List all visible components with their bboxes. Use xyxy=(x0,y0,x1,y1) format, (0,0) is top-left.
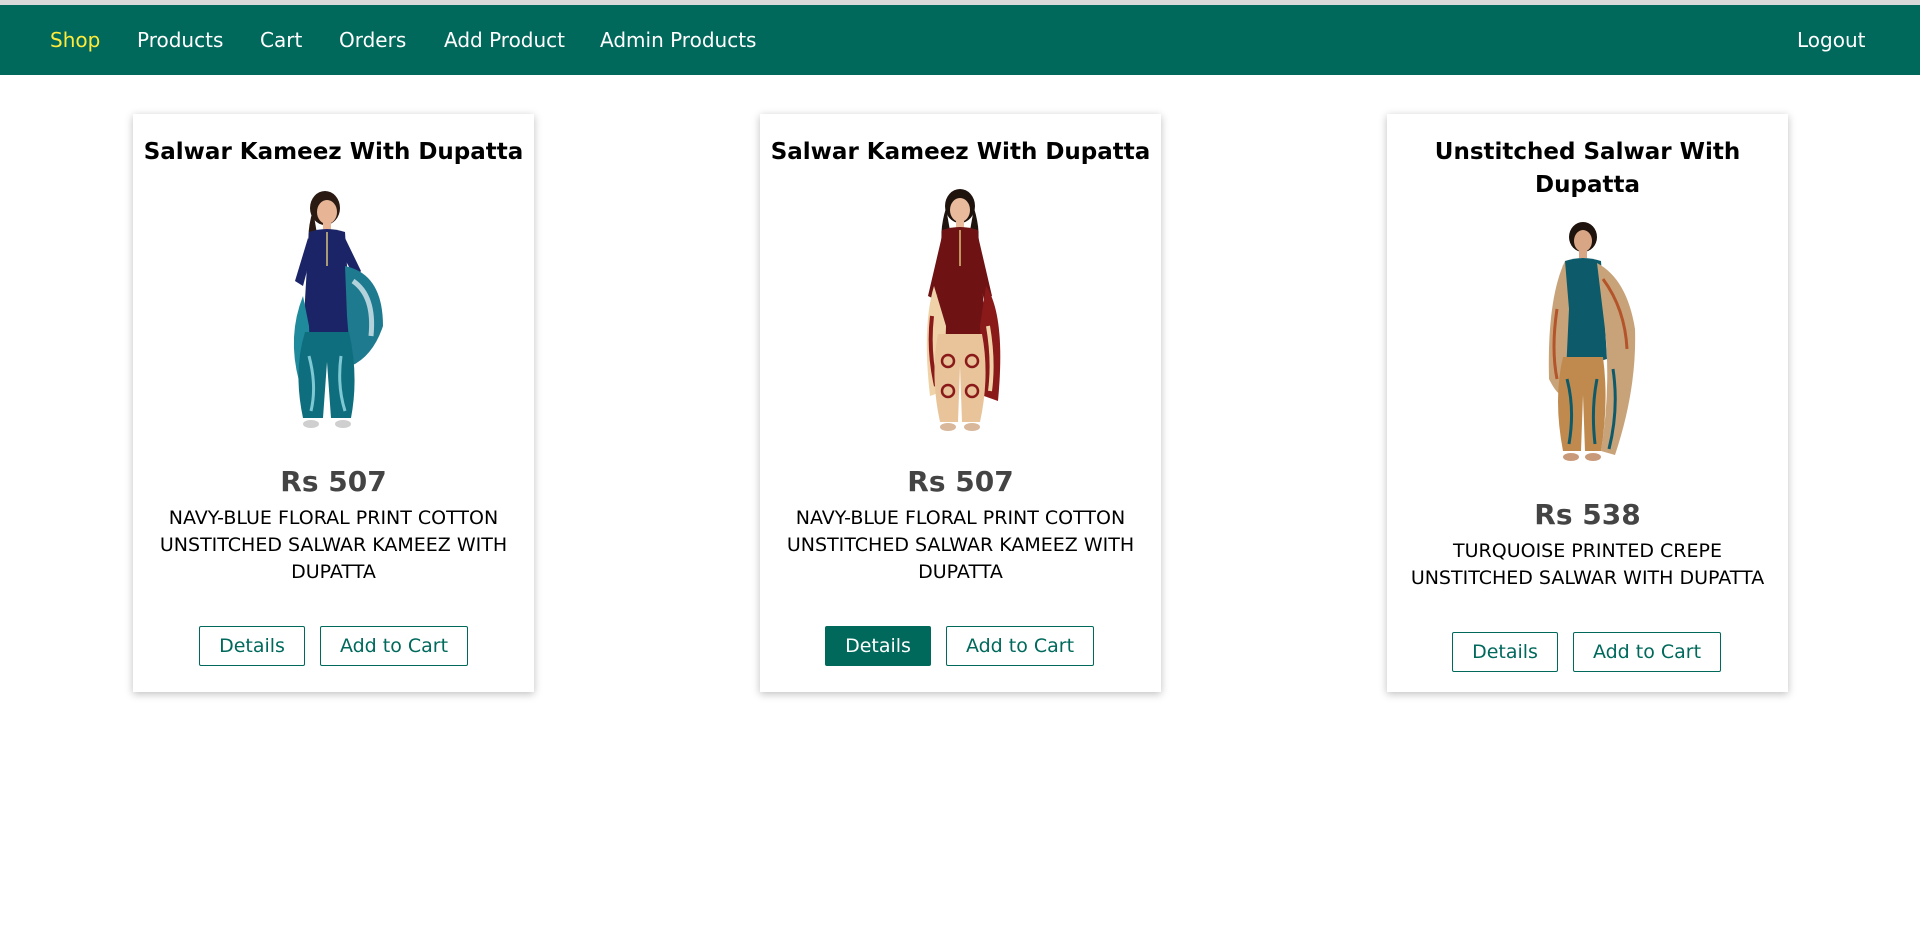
details-button[interactable]: Details xyxy=(199,626,305,666)
details-button[interactable]: Details xyxy=(825,626,931,666)
add-to-cart-button[interactable]: Add to Cart xyxy=(320,626,468,666)
product-price: Rs 538 xyxy=(1534,498,1641,531)
logout-link[interactable]: Logout xyxy=(1797,5,1865,75)
nav-cart-link[interactable]: Cart xyxy=(260,5,302,75)
add-to-cart-button[interactable]: Add to Cart xyxy=(946,626,1094,666)
nav-orders-link[interactable]: Orders xyxy=(339,5,406,75)
product-card: Unstitched Salwar With Dupatta Rs 538 TU… xyxy=(1387,114,1788,692)
product-description: NAVY-BLUE FLORAL PRINT COTTON UNSTITCHED… xyxy=(786,507,1135,583)
nav-admin-products-link[interactable]: Admin Products xyxy=(600,5,756,75)
product-description: NAVY-BLUE FLORAL PRINT COTTON UNSTITCHED… xyxy=(159,507,508,583)
product-title: Salwar Kameez With Dupatta xyxy=(143,139,524,165)
nav-products-link[interactable]: Products xyxy=(137,5,223,75)
product-price: Rs 507 xyxy=(280,465,387,498)
product-title: Salwar Kameez With Dupatta xyxy=(770,139,1151,165)
product-card: Salwar Kameez With Dupatta Rs 507 NAVY-B… xyxy=(133,114,534,692)
product-title: Unstitched Salwar With Dupatta xyxy=(1434,139,1741,198)
product-price: Rs 507 xyxy=(907,465,1014,498)
product-card: Salwar Kameez With Dupatta Rs 507 NAVY-B… xyxy=(760,114,1161,692)
product-image xyxy=(293,191,383,428)
product-image xyxy=(926,189,1001,431)
product-image xyxy=(1548,222,1636,461)
nav-add-product-link[interactable]: Add Product xyxy=(444,5,565,75)
product-description: TURQUOISE PRINTED CREPE UNSTITCHED SALWA… xyxy=(1410,540,1765,589)
details-button[interactable]: Details xyxy=(1452,632,1558,672)
main-navbar: Shop Products Cart Orders Add Product Ad… xyxy=(0,5,1920,75)
nav-shop-link[interactable]: Shop xyxy=(50,5,100,75)
add-to-cart-button[interactable]: Add to Cart xyxy=(1573,632,1721,672)
